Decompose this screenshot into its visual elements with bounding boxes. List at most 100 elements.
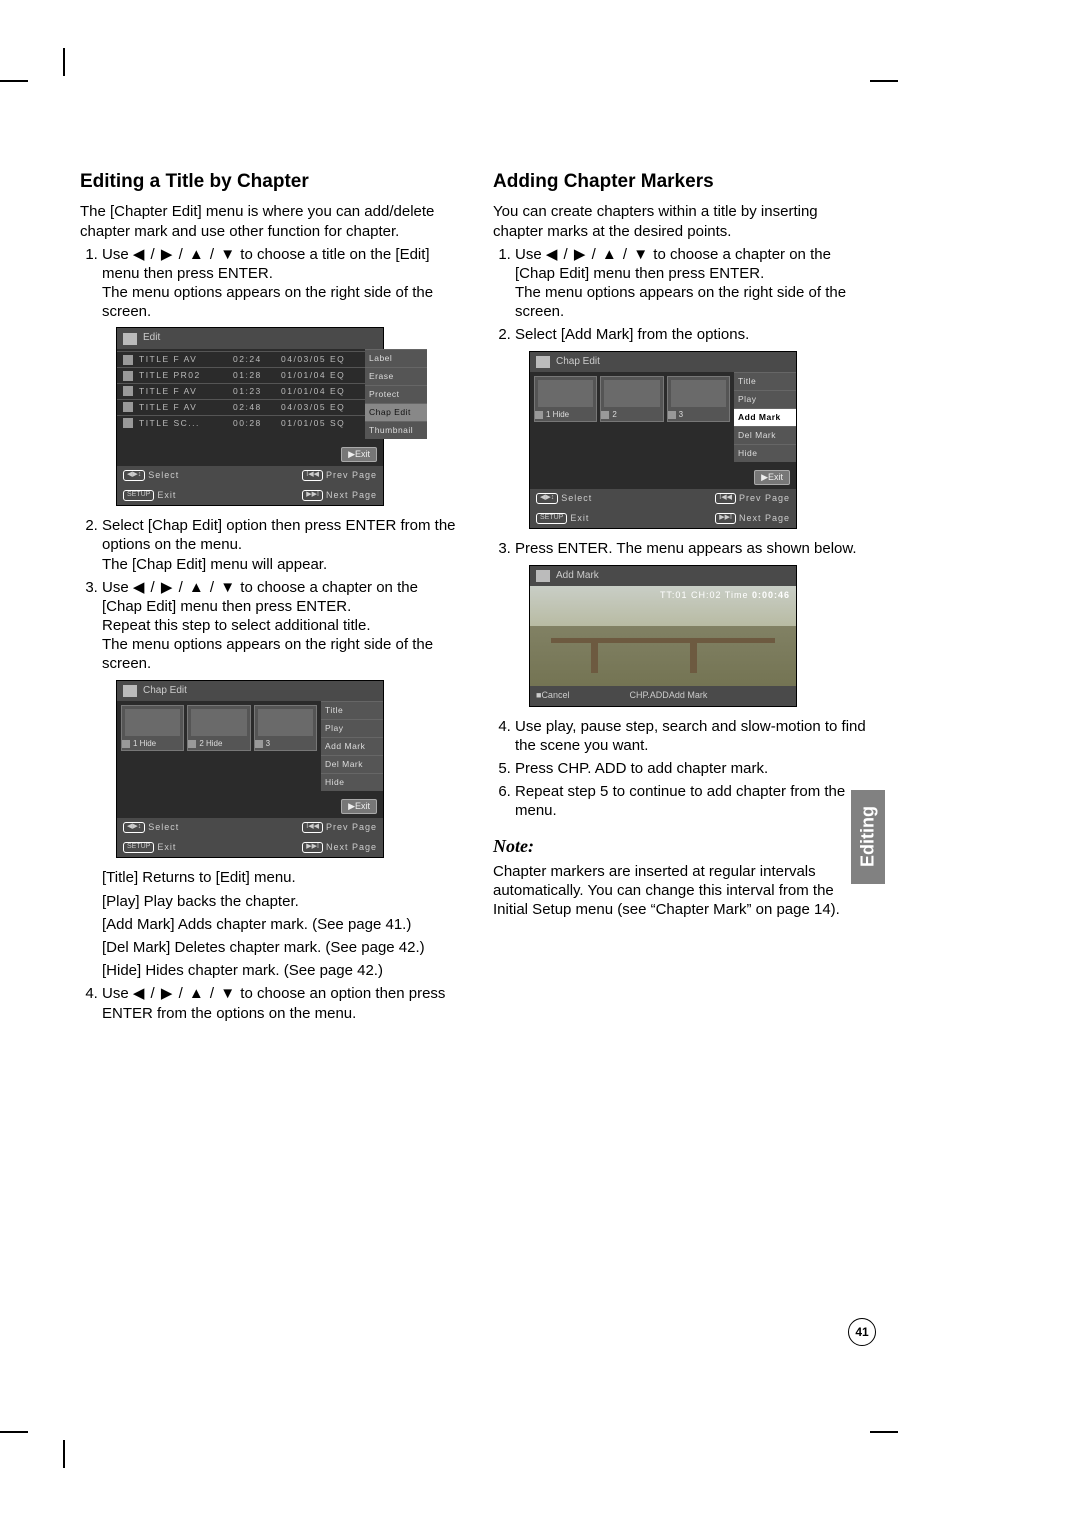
shot-footer: ◀▶↕Select I◀◀Prev Page bbox=[530, 489, 796, 509]
desc-hide: [Hide] Hides chapter mark. (See page 42.… bbox=[102, 961, 457, 980]
shot-title: Chap Edit bbox=[143, 685, 187, 698]
clapboard-icon bbox=[123, 333, 137, 345]
shot-title: Chap Edit bbox=[556, 356, 600, 369]
osd-timecode: TT:01 CH:02 Time 0:00:46 bbox=[660, 590, 790, 602]
side-item: Title bbox=[321, 701, 383, 719]
text: The [Chap Edit] menu will appear. bbox=[102, 556, 327, 573]
right-heading: Adding Chapter Markers bbox=[493, 170, 870, 194]
left-step-2: Select [Chap Edit] option then press ENT… bbox=[102, 516, 457, 574]
side-item: Play bbox=[321, 719, 383, 737]
text: Use bbox=[515, 246, 546, 263]
shot-title-bar: Chap Edit bbox=[117, 681, 383, 702]
side-item: Label bbox=[365, 349, 427, 367]
option-descriptions: [Title] Returns to [Edit] menu. [Play] P… bbox=[102, 868, 457, 980]
side-menu: LabelEraseProtectChap EditThumbnail bbox=[365, 349, 427, 438]
label: Next Page bbox=[326, 490, 377, 500]
foot-right: ▶▶INext Page bbox=[302, 490, 377, 502]
title-date: 01/01/04 EQ bbox=[281, 386, 359, 397]
title-list: TITLE F AV02:2404/03/05 EQTITLE PR0201:2… bbox=[117, 349, 365, 438]
key-icon: ◀▶↕ bbox=[123, 822, 145, 833]
section-tab: Editing bbox=[851, 790, 885, 884]
video-preview: TT:01 CH:02 Time 0:00:46 bbox=[530, 586, 796, 686]
title-date: 01/01/04 EQ bbox=[281, 370, 359, 381]
page-number: 41 bbox=[848, 1318, 876, 1346]
foot-cancel: ■Cancel bbox=[536, 690, 569, 702]
right-steps-4: Use play, pause step, search and slow-mo… bbox=[493, 717, 870, 821]
text: The menu options appears on the right si… bbox=[102, 284, 433, 320]
label: Next Page bbox=[326, 842, 377, 852]
shot-body: 1 Hide2 3 TitlePlayAdd MarkDel MarkHide bbox=[530, 372, 796, 461]
arrow-icons: ◀ / ▶ / ▲ / ▼ bbox=[133, 579, 236, 596]
foot-right: I◀◀Prev Page bbox=[715, 493, 790, 505]
crop-mark bbox=[63, 48, 65, 76]
title-duration: 02:24 bbox=[233, 354, 275, 365]
slot-label: 3 bbox=[668, 410, 683, 420]
side-item: Erase bbox=[365, 367, 427, 385]
right-step-3: Press ENTER. The menu appears as shown b… bbox=[515, 539, 870, 558]
shot-title-bar: Chap Edit bbox=[530, 352, 796, 373]
label: Select bbox=[561, 493, 592, 503]
slot-label: 1 Hide bbox=[122, 739, 156, 749]
title-duration: 01:28 bbox=[233, 370, 275, 381]
chap-edit-addmark-screenshot: Chap Edit 1 Hide2 3 TitlePlayAdd MarkDel… bbox=[529, 351, 797, 530]
crop-mark bbox=[870, 1431, 898, 1433]
label: Exit bbox=[157, 842, 176, 852]
title-duration: 02:48 bbox=[233, 402, 275, 413]
arrow-icons: ◀ / ▶ / ▲ / ▼ bbox=[546, 246, 649, 263]
key-icon: SETUP bbox=[123, 842, 154, 853]
text: Use bbox=[102, 579, 133, 596]
side-item: Add Mark bbox=[734, 408, 796, 426]
note-body: Chapter markers are inserted at regular … bbox=[493, 862, 870, 920]
title-date: 04/03/05 EQ bbox=[281, 402, 359, 413]
key-icon: ▶▶I bbox=[302, 490, 323, 501]
thumb-icon bbox=[123, 371, 133, 381]
shot-title-bar: Add Mark bbox=[530, 566, 796, 587]
label: Prev Page bbox=[326, 470, 377, 480]
chapter-slot: 3 bbox=[254, 705, 317, 751]
label: Add Mark bbox=[669, 690, 708, 700]
clapboard-icon bbox=[123, 685, 137, 697]
label: Exit bbox=[157, 490, 176, 500]
foot-right: I◀◀Prev Page bbox=[302, 822, 377, 834]
label: Next Page bbox=[739, 513, 790, 523]
text: Use bbox=[102, 246, 133, 263]
fence-graphic bbox=[551, 638, 774, 643]
key-icon: I◀◀ bbox=[302, 470, 323, 481]
thumb-icon bbox=[123, 418, 133, 428]
side-item: Add Mark bbox=[321, 737, 383, 755]
chapter-thumbnails: 1 Hide2 3 bbox=[530, 372, 734, 461]
title-name: TITLE F AV bbox=[139, 402, 227, 413]
chapter-slot: 3 bbox=[667, 376, 730, 422]
foot-left: SETUPExit bbox=[536, 513, 589, 525]
side-item: Hide bbox=[321, 773, 383, 791]
side-menu: TitlePlayAdd MarkDel MarkHide bbox=[734, 372, 796, 461]
side-item: Hide bbox=[734, 444, 796, 462]
label: Cancel bbox=[541, 690, 569, 700]
desc-title: [Title] Returns to [Edit] menu. bbox=[102, 868, 457, 887]
foot-left: SETUPExit bbox=[123, 490, 176, 502]
desc-play: [Play] Play backs the chapter. bbox=[102, 892, 457, 911]
text: Repeat this step to select additional ti… bbox=[102, 617, 371, 634]
chapter-slot: 2 bbox=[600, 376, 663, 422]
side-item: Title bbox=[734, 372, 796, 390]
key-icon: CHP.ADD bbox=[629, 690, 668, 700]
side-item: Del Mark bbox=[321, 755, 383, 773]
side-item: Del Mark bbox=[734, 426, 796, 444]
exit-row: ▶Exit bbox=[117, 791, 383, 819]
chapter-slot: 1 Hide bbox=[534, 376, 597, 422]
page-content: Editing a Title by Chapter The [Chapter … bbox=[80, 170, 870, 1029]
left-steps-1: Use ◀ / ▶ / ▲ / ▼ to choose a title on t… bbox=[80, 245, 457, 322]
shot-title: Add Mark bbox=[556, 570, 599, 583]
text: Use bbox=[102, 985, 133, 1002]
shot-title-bar: Edit bbox=[117, 328, 383, 349]
osd-pre: TT:01 CH:02 Time bbox=[660, 590, 752, 600]
exit-row: ▶Exit bbox=[117, 439, 383, 467]
text: Select [Chap Edit] option then press ENT… bbox=[102, 517, 456, 553]
left-step-4: Use ◀ / ▶ / ▲ / ▼ to choose an option th… bbox=[102, 984, 457, 1022]
left-steps-4: Use ◀ / ▶ / ▲ / ▼ to choose an option th… bbox=[80, 984, 457, 1022]
side-item: Play bbox=[734, 390, 796, 408]
foot-left: ◀▶↕Select bbox=[536, 493, 592, 505]
title-duration: 00:28 bbox=[233, 418, 275, 429]
arrow-icons: ◀ / ▶ / ▲ / ▼ bbox=[133, 246, 236, 263]
left-heading: Editing a Title by Chapter bbox=[80, 170, 457, 194]
